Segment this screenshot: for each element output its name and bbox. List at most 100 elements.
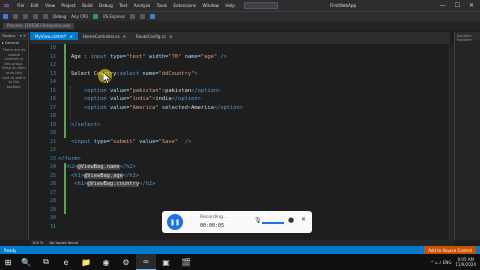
- taskbar-app-icon[interactable]: ⚙: [116, 254, 136, 270]
- close-tab-icon[interactable]: ✕: [70, 34, 73, 39]
- code-line[interactable]: <h1>@ViewBag.age</h2>: [58, 172, 448, 181]
- taskbar-app-icon[interactable]: ▣: [156, 254, 176, 270]
- restart-icon[interactable]: [150, 14, 155, 19]
- search-input[interactable]: [244, 2, 279, 9]
- zoom-level[interactable]: 100 %: [32, 241, 43, 245]
- close-button[interactable]: ✕: [469, 2, 474, 9]
- code-line[interactable]: [58, 129, 448, 138]
- code-line[interactable]: [58, 44, 448, 53]
- menu-extensions[interactable]: Extensions: [170, 3, 199, 8]
- undo-icon[interactable]: [43, 14, 48, 19]
- issues-indicator[interactable]: No issues found: [49, 241, 78, 245]
- code-line[interactable]: [58, 61, 448, 70]
- menu-file[interactable]: File: [14, 3, 27, 8]
- code-token: "submit": [109, 138, 140, 145]
- line-number: 12: [49, 62, 56, 68]
- tab-2[interactable]: RouteConfig.cs ✕: [131, 32, 177, 40]
- line-number: 16: [49, 96, 56, 102]
- start-button[interactable]: ⊞: [0, 254, 16, 270]
- pause-recording-button[interactable]: ❚❚: [167, 214, 183, 230]
- taskbar-app-icon[interactable]: ◉: [96, 254, 116, 270]
- code-line[interactable]: [58, 112, 448, 121]
- microphone-icon[interactable]: 🎙: [254, 217, 262, 224]
- tab-1[interactable]: HomeController.cs ✕: [78, 32, 131, 40]
- code-line[interactable]: [58, 189, 448, 198]
- stop-icon[interactable]: [140, 14, 145, 19]
- code-token: </form>: [58, 155, 81, 162]
- code-line[interactable]: Age : input type="text" width="70" name=…: [58, 53, 448, 62]
- taskbar-app-icon[interactable]: ⧉: [36, 254, 56, 270]
- menu-window[interactable]: Window: [199, 3, 222, 8]
- app-title: FirstWebApp: [330, 3, 357, 8]
- menu-test[interactable]: Test: [116, 3, 131, 8]
- platform-select[interactable]: Any CPU: [71, 14, 88, 19]
- code-token: pakistan: [165, 87, 192, 94]
- code-token: <h1>: [58, 181, 88, 187]
- recording-timer: 00:00:05: [200, 223, 225, 229]
- menu-tools[interactable]: Tools: [153, 3, 170, 8]
- taskbar-app-icon[interactable]: ∞: [136, 254, 156, 270]
- close-tab-icon[interactable]: ✕: [123, 34, 126, 39]
- code-line[interactable]: <option value="America" selected>America…: [58, 104, 448, 113]
- window-controls: — ☐ ✕: [440, 2, 480, 9]
- clock[interactable]: 9:05 AM 11/9/2020: [455, 257, 476, 267]
- webcam-icon[interactable]: ●: [288, 216, 294, 224]
- menu-edit[interactable]: Edit: [27, 3, 41, 8]
- code-token: input: [90, 53, 110, 60]
- mouse-cursor: [98, 69, 113, 86]
- close-tab-icon[interactable]: ✕: [169, 34, 172, 39]
- save-icon[interactable]: [33, 14, 38, 19]
- toolbox-empty-message: There are no usable controls in this gro…: [2, 48, 26, 89]
- taskbar-app-icon[interactable]: 📁: [76, 254, 96, 270]
- source-control-button[interactable]: Add to Source Control: [424, 246, 476, 254]
- code-token: </h2>: [119, 164, 136, 170]
- config-select[interactable]: Debug: [53, 14, 66, 19]
- toolbox-pin-icon[interactable]: ▾ ✕: [20, 34, 26, 38]
- run-icon[interactable]: [93, 14, 99, 19]
- code-line[interactable]: Select Country:select name="ddCountry">: [58, 70, 448, 79]
- taskbar-app-icon[interactable]: e: [56, 254, 76, 270]
- taskbar-app-icon[interactable]: 🔍: [16, 254, 36, 270]
- code-line[interactable]: </select>: [58, 121, 448, 130]
- code-line[interactable]: <input type="submit" value="Save" />: [58, 138, 448, 147]
- tab-0[interactable]: MyView.cshtml* ✕: [30, 32, 78, 40]
- menu-project[interactable]: Project: [58, 3, 79, 8]
- line-number: 10: [49, 45, 56, 51]
- new-item-icon[interactable]: [23, 14, 28, 19]
- code-token: "india": [129, 96, 153, 102]
- minimize-button[interactable]: —: [440, 2, 446, 9]
- line-number: 24: [49, 164, 56, 170]
- taskbar-apps: 🔍 ⧉ e 📁 ◉ ⚙ ∞ ▣ 🎬: [16, 254, 196, 270]
- code-line[interactable]: [58, 78, 448, 87]
- menu-debug[interactable]: Debug: [96, 3, 116, 8]
- back-icon[interactable]: [3, 14, 8, 19]
- run-target[interactable]: IIS Express: [103, 14, 125, 19]
- tray-icons[interactable]: ^ ⌂ ♪ ENG: [431, 260, 452, 265]
- code-token: "pakistan": [129, 87, 162, 94]
- code-token: <h1>: [58, 172, 84, 179]
- taskbar-app-icon[interactable]: 🎬: [176, 254, 196, 270]
- code-line[interactable]: <h1>@ViewBag.country</h2>: [58, 180, 448, 189]
- code-line[interactable]: [58, 146, 448, 155]
- process-select[interactable]: Process: [10636] iisexpress.exe: [3, 22, 75, 29]
- code-token: india: [155, 96, 172, 102]
- code-line[interactable]: </form>: [58, 155, 448, 164]
- maximize-button[interactable]: ☐: [455, 2, 460, 9]
- code-line[interactable]: <option value="pakistan">pakistan</optio…: [58, 87, 448, 96]
- menu-analyze[interactable]: Analyze: [131, 3, 154, 8]
- code-line[interactable]: <option value="india">india</option>: [58, 95, 448, 104]
- line-number: 14: [49, 79, 56, 85]
- menu-help[interactable]: Help: [222, 3, 238, 8]
- menu-view[interactable]: View: [42, 3, 58, 8]
- audio-level-bar: [262, 222, 284, 224]
- code-token: <option: [58, 87, 110, 94]
- code-line[interactable]: <h2>@ViewBag.name</h2>: [58, 163, 448, 172]
- code-token: "70": [168, 53, 185, 60]
- code-line[interactable]: [58, 197, 448, 206]
- menu-build[interactable]: Build: [79, 3, 96, 8]
- line-number: 11: [49, 53, 56, 60]
- close-recorder-button[interactable]: ✕: [301, 216, 306, 223]
- pause-icon[interactable]: [130, 14, 135, 19]
- code-token: @ViewBag.country: [87, 181, 140, 187]
- forward-icon[interactable]: [13, 14, 18, 19]
